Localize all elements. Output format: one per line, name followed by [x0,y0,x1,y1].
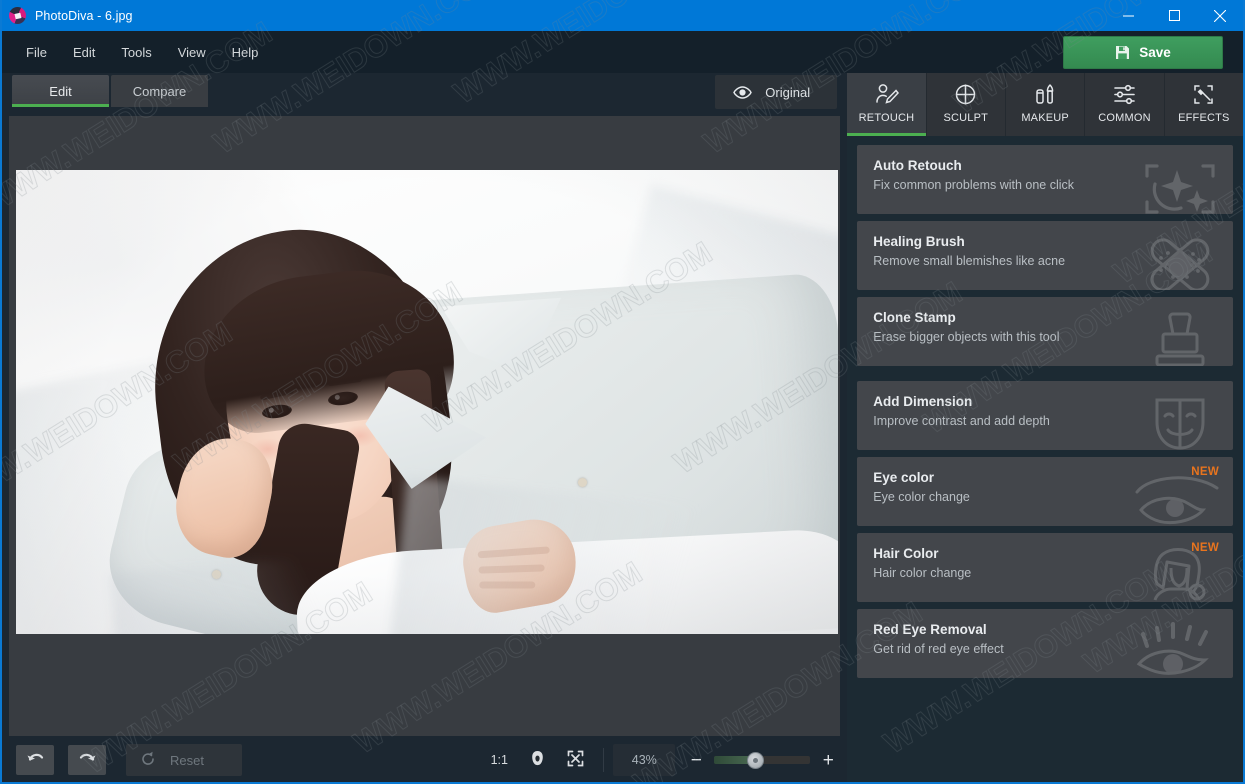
photo-preview[interactable] [16,170,838,634]
tab-retouch-label: RETOUCH [858,112,915,124]
zoom-controls: 1:1 43% − + [480,744,847,776]
face-icon [529,750,546,770]
tab-compare-label: Compare [132,83,187,99]
menu-bar: File Edit Tools View Help Save [2,31,1243,73]
menu-tools[interactable]: Tools [109,40,163,65]
eye-icon [733,85,753,99]
save-button[interactable]: Save [1063,36,1223,69]
tab-edit[interactable]: Edit [12,75,109,107]
tab-edit-label: Edit [49,83,72,99]
original-toggle-button[interactable]: Original [715,75,838,109]
bandages-icon [1137,232,1223,290]
tab-compare[interactable]: Compare [111,75,208,107]
zoom-slider-track[interactable] [714,751,811,769]
zoom-1-to-1-button[interactable]: 1:1 [480,745,518,775]
tab-retouch[interactable]: RETOUCH [847,73,927,136]
fit-to-face-button[interactable] [518,745,556,775]
woman-hair-icon [1137,544,1223,602]
tool-add-dimension[interactable]: Add Dimension Improve contrast and add d… [857,381,1233,450]
reset-arrow-icon [140,751,156,770]
save-button-label: Save [1139,45,1171,60]
face-mask-icon [1137,392,1223,450]
tool-auto-retouch[interactable]: Auto Retouch Fix common problems with on… [857,145,1233,214]
tool-hair-color[interactable]: NEW Hair Color Hair color change [857,533,1233,602]
tab-sculpt[interactable]: SCULPT [926,73,1006,136]
tab-common-label: COMMON [1098,112,1151,124]
magic-wand-frame-icon [1191,82,1216,107]
tool-healing-brush[interactable]: Healing Brush Remove small blemishes lik… [857,221,1233,290]
redo-button[interactable] [68,745,106,775]
original-label: Original [765,84,811,100]
undo-icon [26,750,45,770]
zoom-slider-thumb[interactable] [747,751,765,769]
close-icon[interactable] [1197,0,1243,31]
window-title: PhotoDiva - 6.jpg [35,8,133,23]
menu-edit[interactable]: Edit [61,40,107,65]
bottom-toolbar: Reset 1:1 43% − + [2,736,848,782]
crosshair-circle-icon [953,82,978,107]
toolbar-divider [603,748,605,772]
reset-button[interactable]: Reset [126,744,242,776]
tab-effects[interactable]: EFFECTS [1164,73,1243,136]
stamp-icon [1137,308,1223,366]
zoom-in-button[interactable]: + [821,751,835,770]
expand-icon [567,750,584,770]
menu-view[interactable]: View [166,40,218,65]
zoom-slider[interactable]: − + [689,751,835,770]
zoom-out-button[interactable]: − [689,751,703,770]
tab-sculpt-label: SCULPT [943,112,989,124]
tab-makeup[interactable]: MAKEUP [1005,73,1086,136]
zoom-level-value[interactable]: 43% [613,744,676,776]
sparkle-frame-icon [1137,156,1223,214]
redo-icon [78,750,97,770]
maximize-icon[interactable] [1151,0,1197,31]
editor-area: Edit Compare Original Reset 1:1 43% − + [2,73,848,782]
sliders-icon [1112,82,1137,107]
red-eye-icon [1131,620,1223,678]
reset-label: Reset [170,752,204,768]
photodiva-logo-icon [9,7,26,24]
main-area: Edit Compare Original Reset 1:1 43% − + … [2,73,1243,782]
photodiva-window: PhotoDiva - 6.jpg File Edit Tools View H… [0,0,1245,784]
person-retouch-icon [874,82,899,107]
tool-clone-stamp[interactable]: Clone Stamp Erase bigger objects with th… [857,297,1233,366]
eye-icon [1131,468,1223,526]
tools-panel: RETOUCH SCULPT MAKEUP COMMON EFFECTS Aut… [847,73,1243,782]
makeup-brushes-icon [1033,82,1058,107]
window-controls [1105,0,1243,31]
tab-common[interactable]: COMMON [1085,73,1165,136]
tab-effects-label: EFFECTS [1178,112,1230,124]
photo-vignette [16,170,838,634]
tool-eye-color[interactable]: NEW Eye color Eye color change [857,457,1233,526]
tool-red-eye-removal[interactable]: Red Eye Removal Get rid of red eye effec… [857,609,1233,678]
tool-list: Auto Retouch Fix common problems with on… [847,136,1243,782]
undo-button[interactable] [16,745,54,775]
image-canvas[interactable] [9,116,841,736]
menu-help[interactable]: Help [220,40,271,65]
editor-toolbar: Edit Compare Original [2,73,847,114]
title-bar: PhotoDiva - 6.jpg [2,0,1243,31]
fit-to-screen-button[interactable] [556,745,594,775]
minimize-icon[interactable] [1105,0,1151,31]
tab-makeup-label: MAKEUP [1021,112,1069,124]
menu-file[interactable]: File [14,40,59,65]
floppy-disk-icon [1115,45,1130,60]
panel-tabs: RETOUCH SCULPT MAKEUP COMMON EFFECTS [847,73,1243,136]
